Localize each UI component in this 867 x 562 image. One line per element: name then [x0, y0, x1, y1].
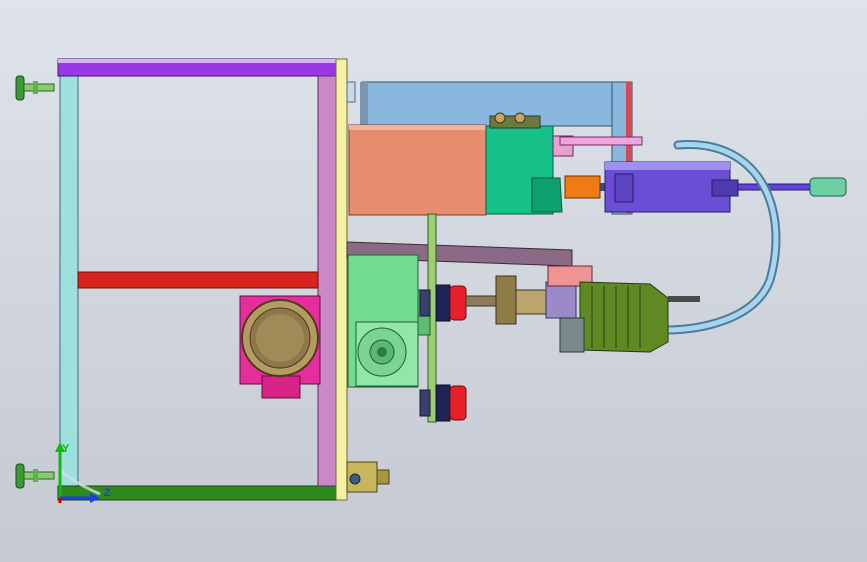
round-motor-housing[interactable]	[239, 295, 321, 399]
pneumatic-cylinder[interactable]	[564, 161, 847, 213]
leveling-foot-top[interactable]	[15, 75, 55, 101]
cylinder-highlight	[605, 162, 730, 170]
salmon-housing[interactable]	[348, 124, 487, 216]
frame-cross-bar[interactable]	[77, 271, 319, 289]
gear-housing[interactable]	[347, 254, 431, 388]
cad-viewport[interactable]: Y Z	[0, 0, 867, 562]
drive-motor[interactable]	[559, 281, 700, 353]
mounting-plate[interactable]	[335, 58, 348, 501]
green-gearbox[interactable]	[485, 112, 574, 215]
axis-z-label: Z	[104, 487, 111, 499]
axis-y-label: Y	[62, 443, 70, 455]
red-knob-lower[interactable]	[419, 384, 467, 422]
salmon-housing-highlight	[349, 125, 486, 130]
shaft-coupling[interactable]	[465, 265, 593, 325]
pink-shaft[interactable]	[559, 136, 643, 146]
mounting-plate-strip	[346, 81, 356, 103]
cad-assembly-drawing: Y Z	[15, 58, 847, 503]
bottom-connector[interactable]	[346, 461, 390, 493]
frame-top-rail-highlight	[58, 59, 340, 63]
cover-panel-bracket	[360, 82, 368, 126]
frame-right-post[interactable]	[317, 75, 337, 487]
frame-left-post[interactable]	[59, 75, 79, 487]
red-knob-upper[interactable]	[419, 284, 467, 322]
leveling-foot-bottom[interactable]	[15, 463, 55, 489]
